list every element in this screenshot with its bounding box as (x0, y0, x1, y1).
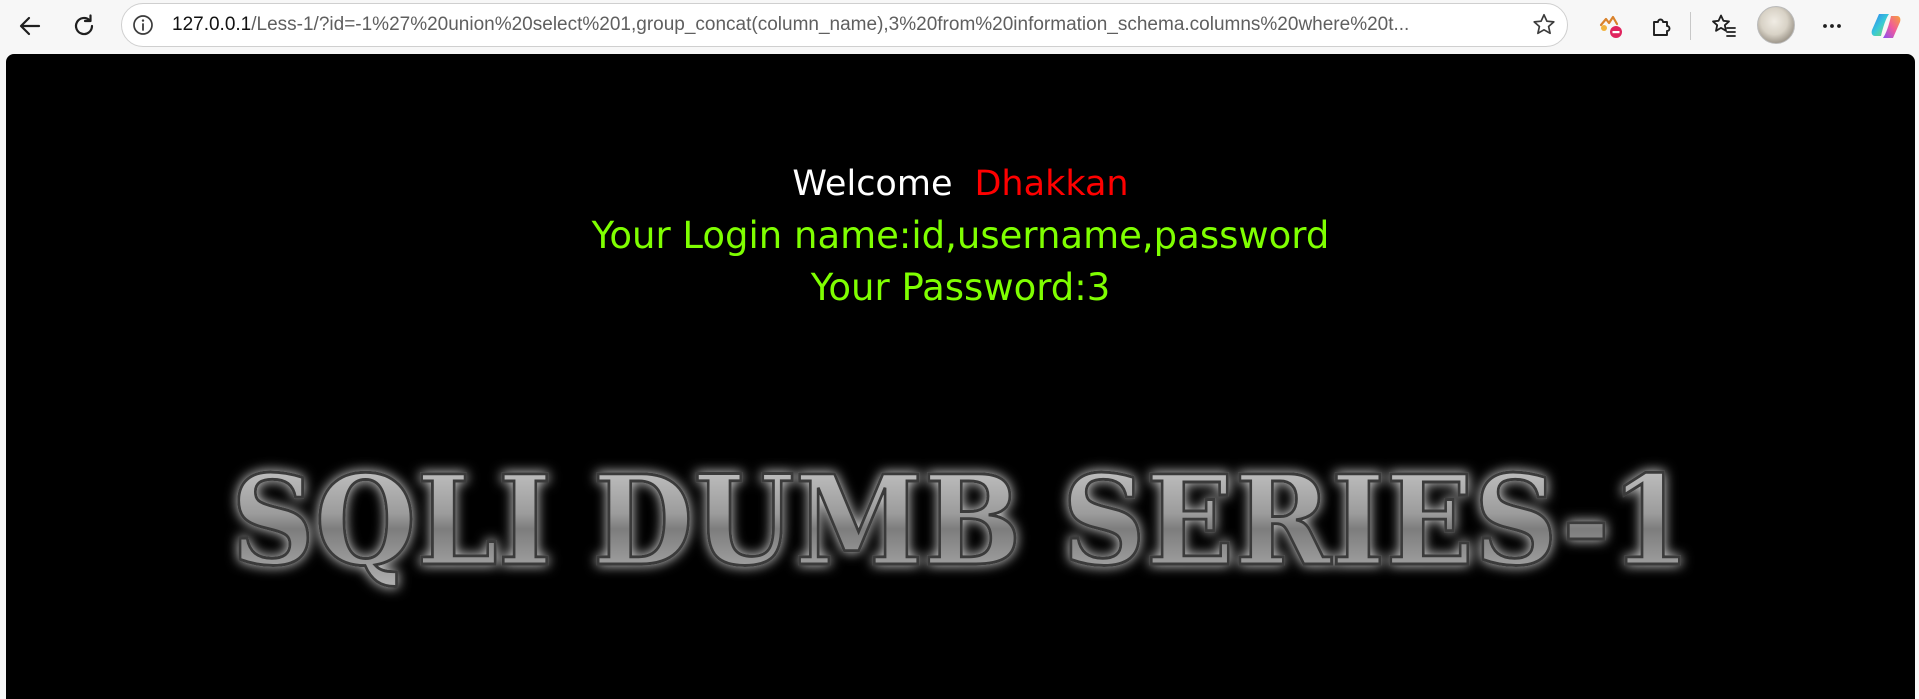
welcome-name: Dhakkan (974, 164, 1129, 204)
page-viewport: Welcome Dhakkan Your Login name:id,userna… (6, 54, 1915, 699)
star-icon[interactable] (1529, 10, 1559, 40)
banner-text: SQLI DUMB SERIES-1 (231, 449, 1691, 594)
login-name-result: Your Login name:id,username,password (591, 214, 1330, 257)
copilot-icon (1869, 9, 1903, 43)
extension-blocked-icon (1595, 11, 1625, 41)
menu-more-icon (1819, 13, 1845, 39)
back-arrow-icon (17, 13, 43, 39)
refresh-button[interactable] (64, 6, 104, 46)
welcome-text: Welcome (792, 164, 953, 204)
extension-blocked-button[interactable] (1590, 6, 1630, 46)
url-host: 127.0.0.1 (172, 14, 252, 35)
favorites-button[interactable] (1704, 6, 1744, 46)
copilot-button[interactable] (1866, 6, 1906, 46)
info-icon[interactable] (132, 14, 154, 36)
welcome-line: Welcome Dhakkan (6, 160, 1915, 208)
extensions-button[interactable] (1642, 6, 1682, 46)
more-menu-button[interactable] (1812, 6, 1852, 46)
toolbar-divider (1690, 12, 1691, 40)
url-text[interactable]: 127.0.0.1/Less-1/?id=-1%27%20union%20sel… (172, 4, 1502, 46)
refresh-icon (71, 13, 97, 39)
url-path: /Less-1/?id=-1%27%20union%20select%201,g… (251, 14, 1410, 35)
extensions-puzzle-icon (1649, 13, 1675, 39)
back-button[interactable] (10, 6, 50, 46)
sqli-series-banner: SQLI DUMB SERIES-1 (230, 448, 1693, 596)
password-result: Your Password:3 (810, 266, 1111, 309)
address-bar[interactable]: 127.0.0.1/Less-1/?id=-1%27%20union%20sel… (121, 3, 1568, 47)
profile-avatar[interactable] (1757, 6, 1795, 44)
browser-toolbar: 127.0.0.1/Less-1/?id=-1%27%20union%20sel… (0, 0, 1919, 52)
favorites-icon (1710, 12, 1738, 40)
